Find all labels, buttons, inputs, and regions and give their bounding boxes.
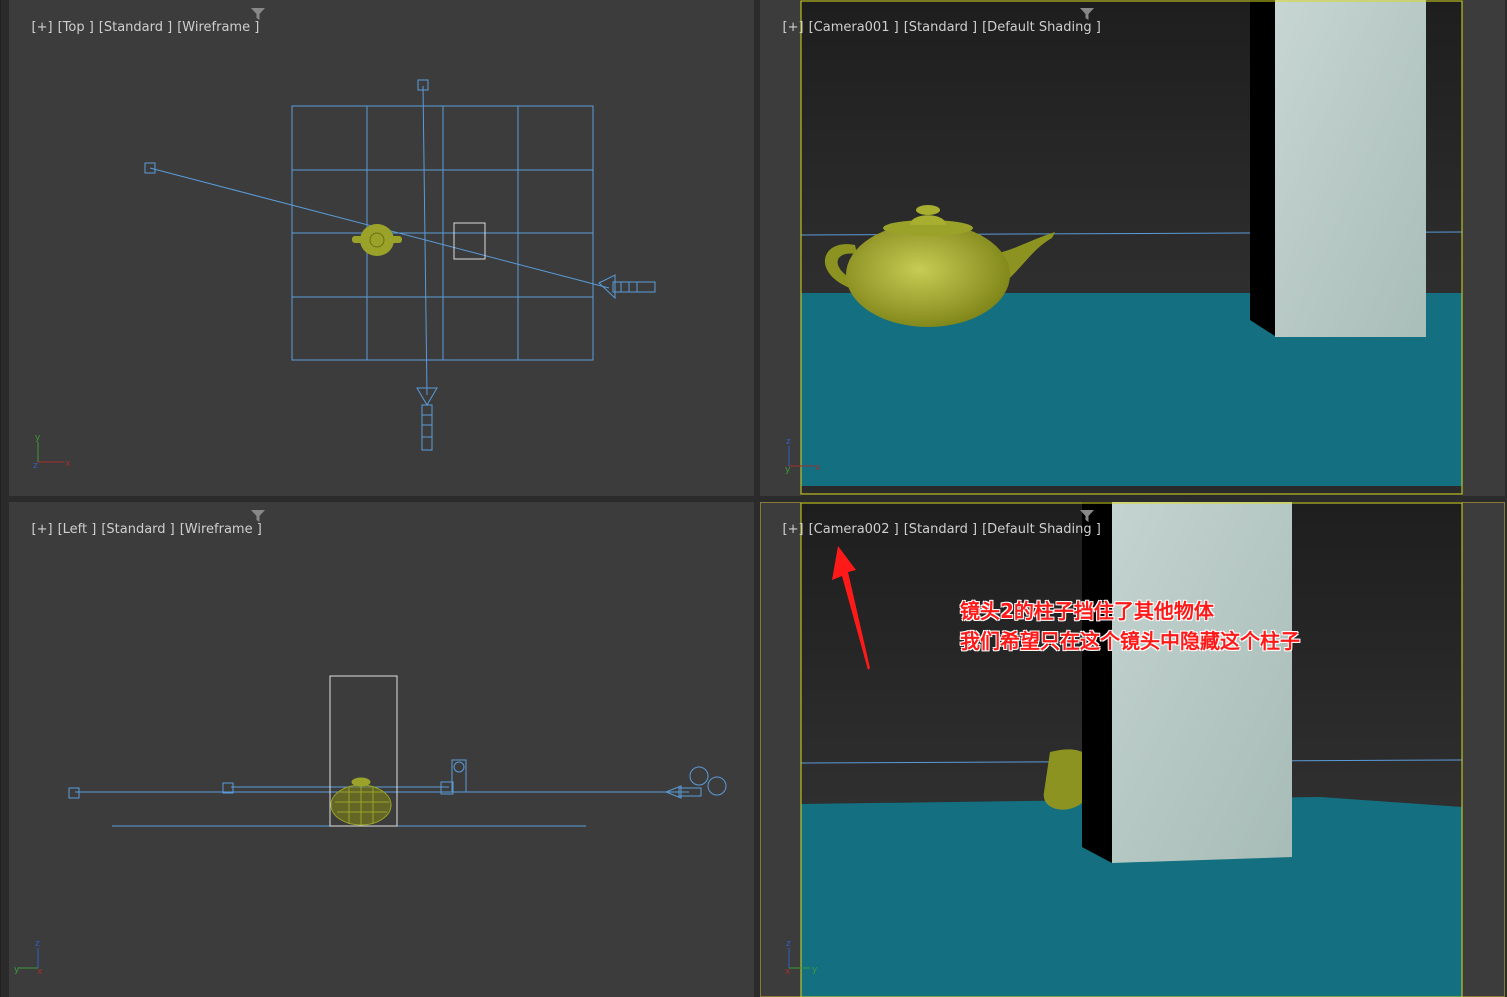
svg-text:x: x: [815, 463, 821, 473]
viewport-camera002[interactable]: z y x [+] [Camera002 ] [Standard ] [Default…: [760, 502, 1505, 997]
svg-text:z: z: [35, 939, 40, 949]
camera002-icon: [416, 387, 438, 451]
viewport-shading-menu[interactable]: [Wireframe ]: [177, 20, 259, 35]
annotation-text: 镜头2的柱子挡住了其他物体 我们希望只在这个镜头中隐藏这个柱子: [960, 596, 1300, 656]
viewport-view-menu[interactable]: [Top ]: [58, 20, 94, 35]
svg-text:y: y: [785, 465, 791, 475]
viewport-preset-menu[interactable]: [Standard ]: [904, 522, 977, 537]
teapot-top-wire: [352, 224, 402, 256]
viewport-view-menu[interactable]: [Camera001 ]: [809, 20, 899, 35]
viewport-menu-plus[interactable]: [+]: [783, 20, 804, 35]
svg-text:z: z: [786, 939, 791, 949]
annotation-line-1: 镜头2的柱子挡住了其他物体: [960, 599, 1214, 623]
svg-text:x: x: [37, 967, 43, 977]
annotation-line-2: 我们希望只在这个镜头中隐藏这个柱子: [960, 629, 1300, 653]
viewport-top[interactable]: [+] [Top ] [Standard ] [Wireframe ] y x …: [9, 0, 754, 496]
axis-gizmo: y x z: [33, 433, 71, 471]
viewport-label-left: [+] [Left ] [Standard ] [Wireframe ]: [15, 507, 267, 552]
viewport-shading-menu[interactable]: [Default Shading ]: [982, 522, 1101, 537]
viewport-shading-menu[interactable]: [Default Shading ]: [982, 20, 1101, 35]
pillar-shaded: [1082, 502, 1292, 863]
viewport-preset-menu[interactable]: [Standard ]: [99, 20, 172, 35]
camera001-scene: z x y: [785, 0, 1463, 496]
filter-icon[interactable]: [1079, 508, 1095, 524]
pillar-shaded: [1250, 0, 1426, 337]
viewport-menu-plus[interactable]: [+]: [783, 522, 804, 537]
svg-text:y: y: [14, 965, 20, 975]
viewport-view-menu[interactable]: [Left ]: [58, 522, 97, 537]
viewport-label-cam2: [+] [Camera002 ] [Standard ] [Default Shadi…: [766, 507, 1106, 552]
viewport-label-top: [+] [Top ] [Standard ] [Wireframe ]: [15, 5, 264, 50]
left-view-scene: z y x: [14, 675, 727, 977]
viewport-preset-menu[interactable]: [Standard ]: [101, 522, 174, 537]
camera002-scene: z y x: [785, 502, 1463, 997]
filter-icon[interactable]: [1079, 6, 1095, 22]
viewport-left[interactable]: [+] [Left ] [Standard ] [Wireframe ] z y…: [9, 502, 754, 997]
viewport-preset-menu[interactable]: [Standard ]: [904, 20, 977, 35]
viewport-menu-plus[interactable]: [+]: [32, 522, 53, 537]
viewport-label-cam1: [+] [Camera001 ] [Standard ] [Default Shadi…: [766, 5, 1106, 50]
svg-text:y: y: [35, 433, 41, 443]
camera001-side-icon: [664, 766, 727, 799]
camera002-side-icon: [440, 759, 467, 795]
svg-text:x: x: [785, 967, 791, 977]
filter-icon[interactable]: [250, 508, 266, 524]
viewport-shading-menu[interactable]: [Wireframe ]: [180, 522, 262, 537]
svg-text:z: z: [786, 437, 791, 447]
viewport-menu-plus[interactable]: [+]: [32, 20, 53, 35]
top-view-scene: y x z: [33, 79, 656, 471]
viewport-view-menu[interactable]: [Camera002 ]: [809, 522, 899, 537]
teapot-side-wire: [330, 777, 392, 826]
camera001-icon: [598, 274, 656, 300]
floor-grid-wire: [291, 105, 594, 361]
svg-text:y: y: [812, 965, 818, 975]
viewport-camera001[interactable]: z x y [+] [Camera001 ] [Standard ] [Default…: [760, 0, 1505, 496]
filter-icon[interactable]: [250, 6, 266, 22]
svg-text:z: z: [33, 461, 38, 471]
svg-text:x: x: [65, 459, 71, 469]
